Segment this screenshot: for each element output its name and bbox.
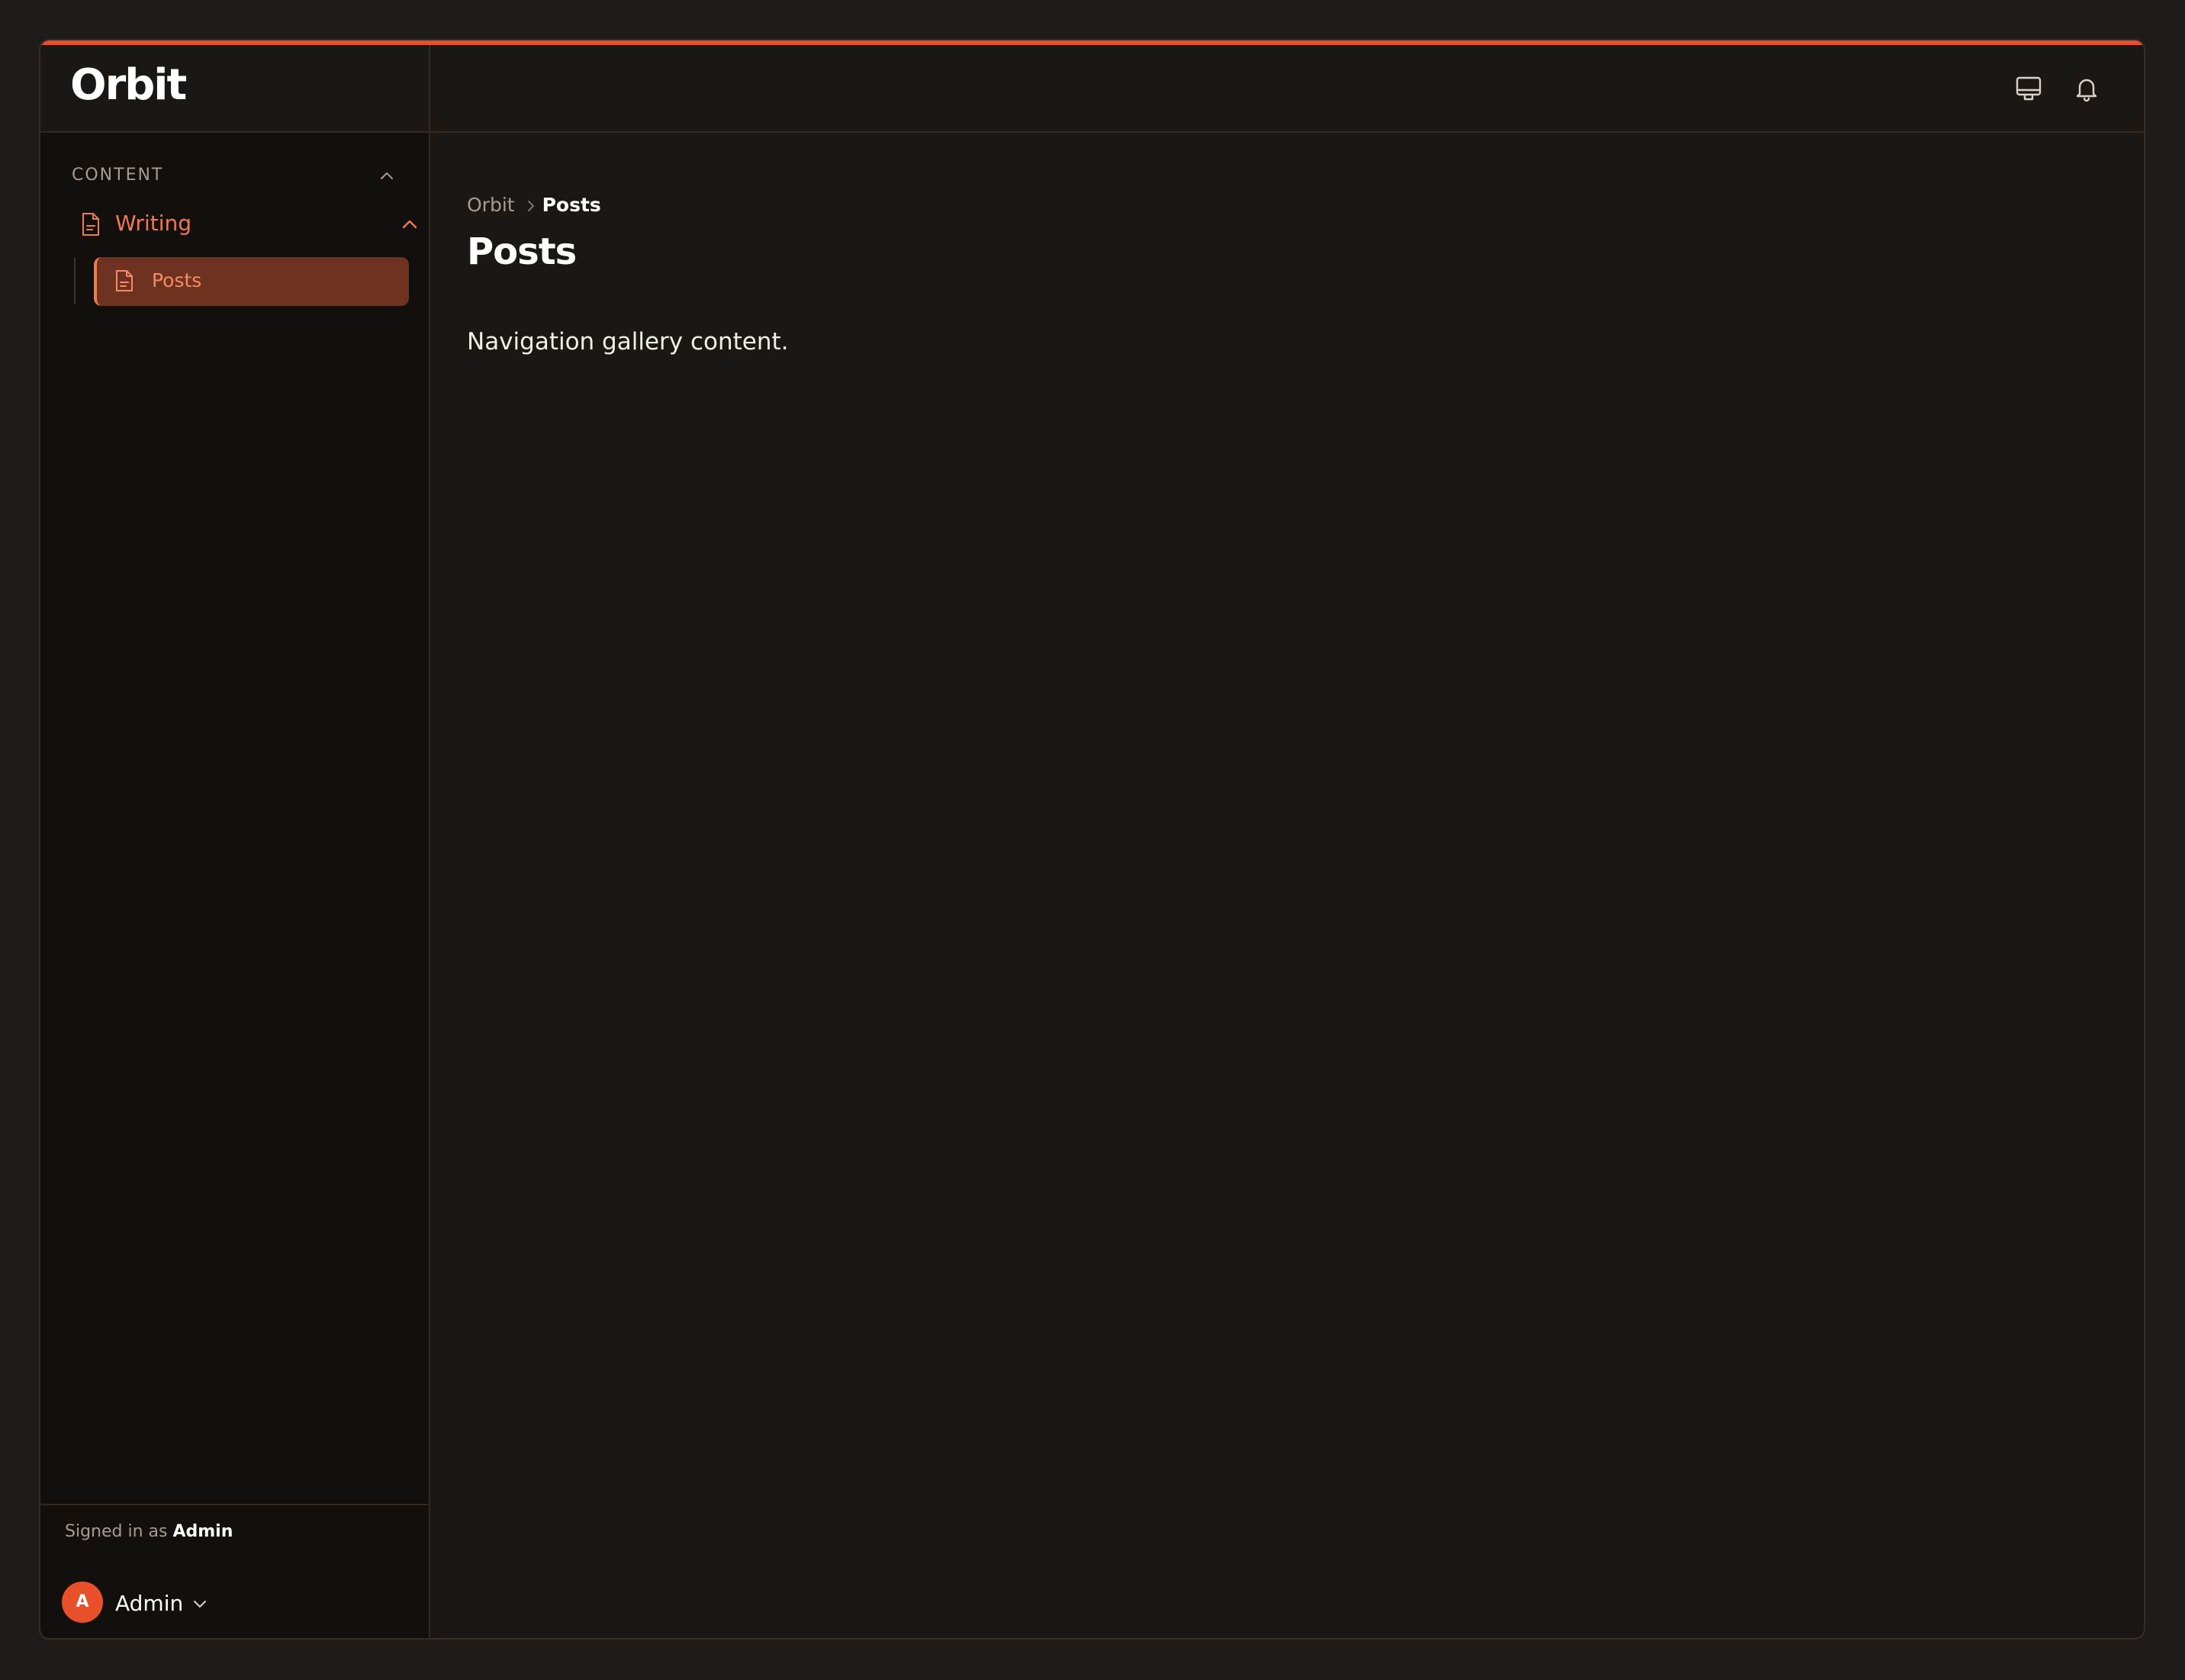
sidebar-group-writing[interactable]: Writing (72, 202, 420, 246)
sidebar-footer: Signed in as Admin A Admin (40, 1504, 429, 1638)
tree-guide-line (74, 257, 76, 304)
section-label-content: CONTENT (72, 166, 164, 185)
chevron-up-icon[interactable] (398, 213, 421, 236)
chevron-up-icon[interactable] (376, 165, 397, 186)
sidebar-group-label: Writing (115, 211, 191, 236)
topbar (430, 45, 2144, 133)
signed-in-prefix: Signed in as (65, 1522, 168, 1541)
brand-row: Orbit (40, 45, 429, 133)
chevron-down-icon (190, 1594, 210, 1614)
body-text: Navigation gallery content. (467, 328, 789, 356)
brand-logo[interactable]: Orbit (70, 60, 187, 110)
breadcrumb-current: Posts (542, 194, 601, 216)
monitor-icon[interactable] (2011, 71, 2046, 106)
sidebar: Orbit CONTENT Writing Posts Signed in as (40, 45, 430, 1638)
document-icon (114, 269, 135, 293)
sidebar-item-posts[interactable]: Posts (94, 257, 409, 306)
main-content: Orbit Posts Posts Navigation gallery cont… (430, 133, 2144, 1638)
app-window: Orbit CONTENT Writing Posts Signed in as (39, 39, 2145, 1640)
avatar: A (62, 1582, 103, 1623)
page-title: Posts (467, 230, 577, 273)
breadcrumb-root[interactable]: Orbit (467, 194, 515, 216)
signed-in-text: Signed in as Admin (65, 1522, 233, 1541)
document-icon (79, 211, 102, 237)
bell-icon[interactable] (2069, 71, 2104, 106)
sidebar-item-label: Posts (152, 269, 202, 291)
user-name: Admin (115, 1591, 184, 1616)
user-menu-button[interactable]: A Admin (62, 1582, 237, 1624)
breadcrumb: Orbit Posts (467, 194, 601, 216)
chevron-right-icon (523, 198, 539, 214)
signed-in-user: Admin (172, 1522, 233, 1541)
